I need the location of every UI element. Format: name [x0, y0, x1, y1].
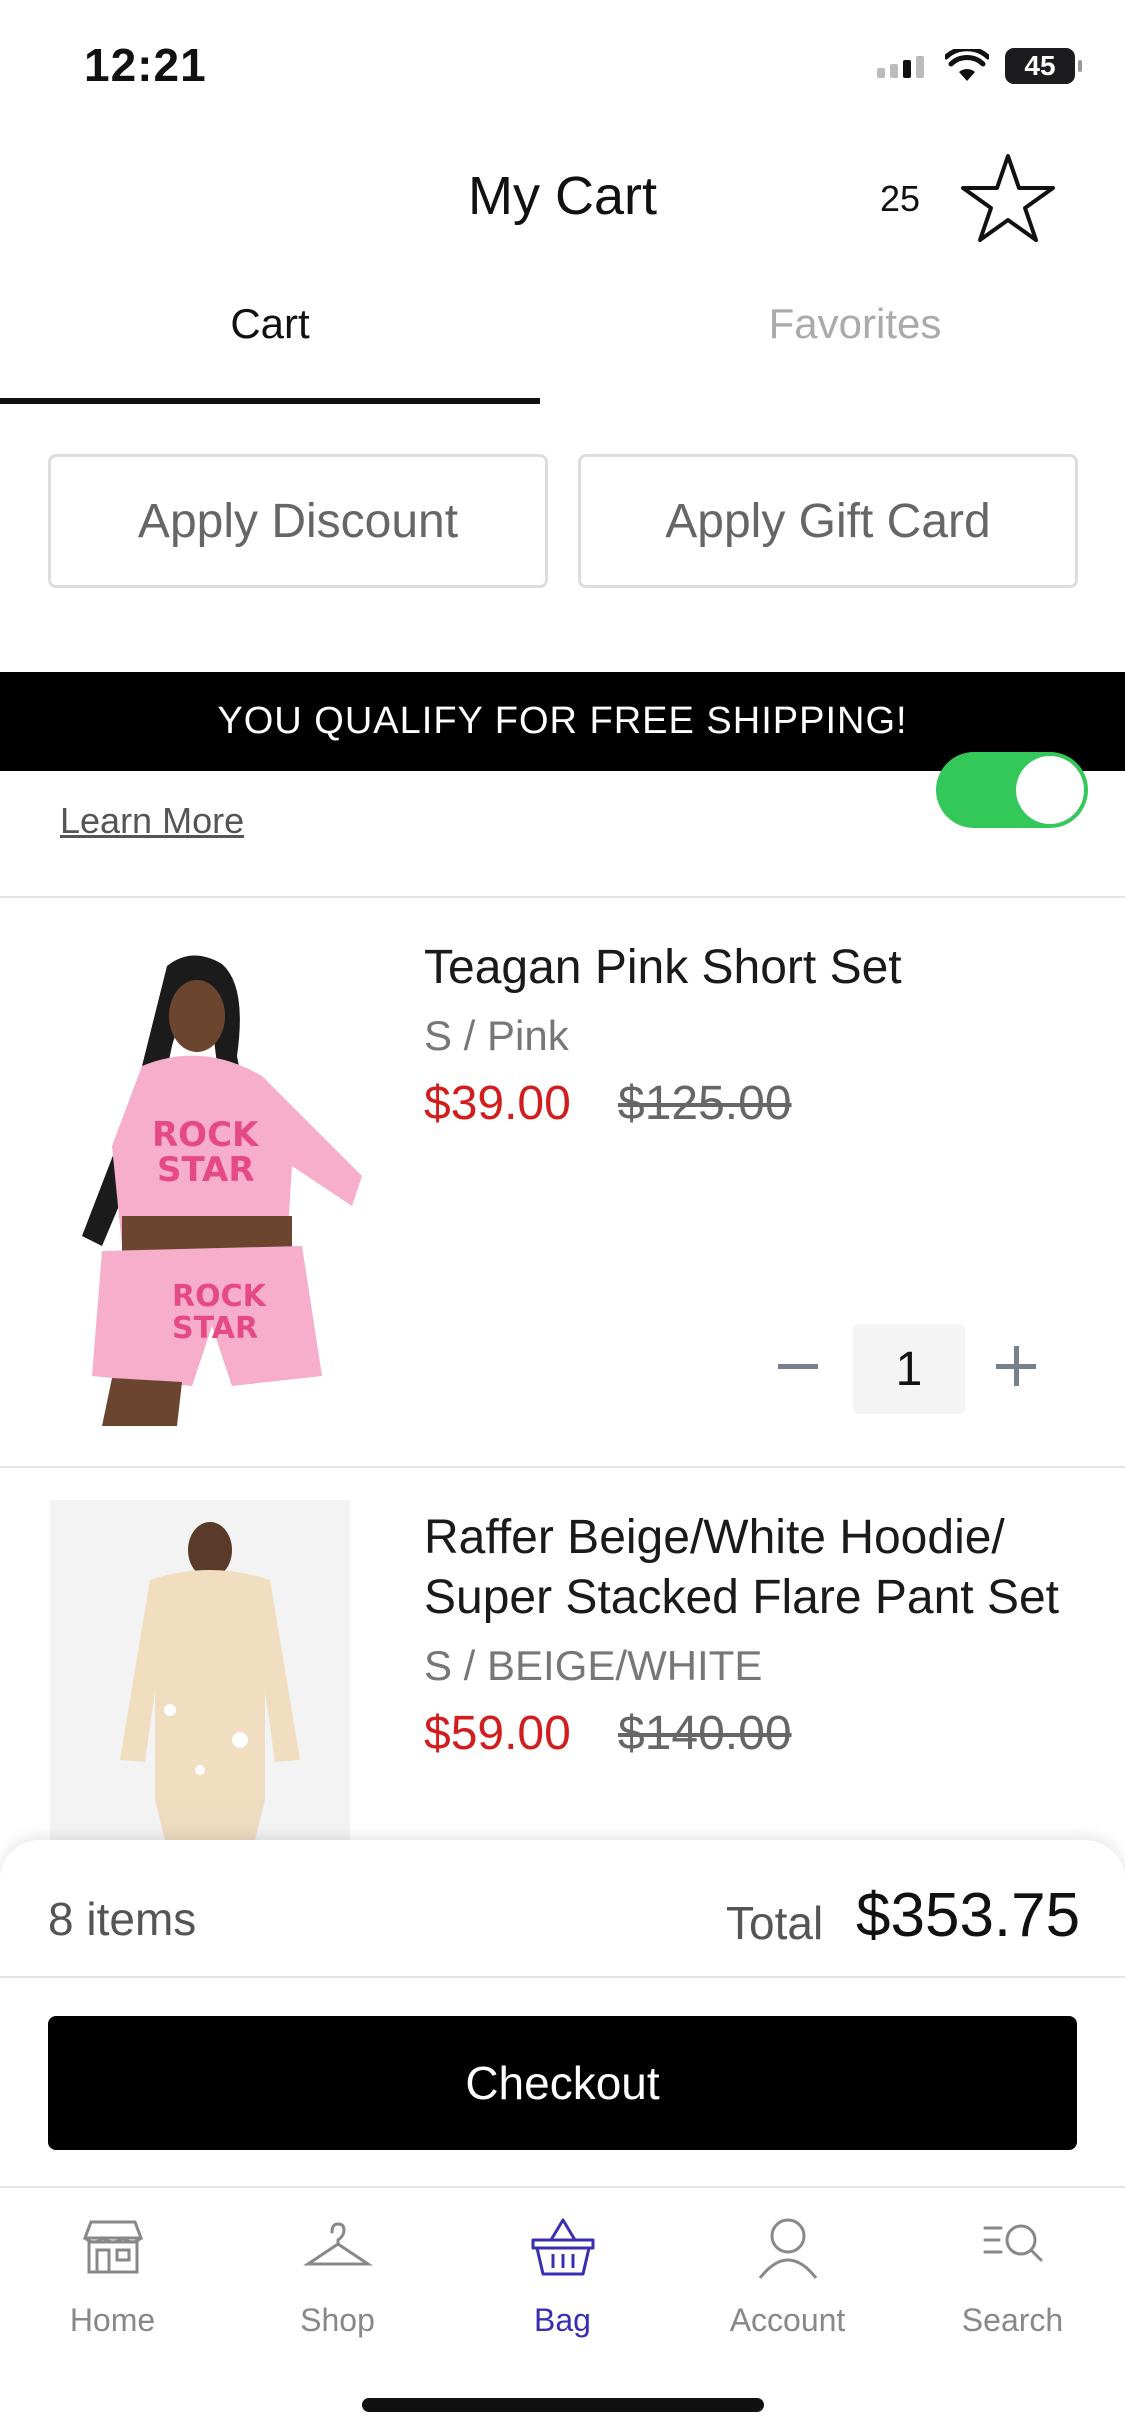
svg-text:STAR: STAR: [157, 1150, 255, 1190]
product-name-line1[interactable]: Raffer Beige/White Hoodie/: [424, 1508, 1005, 1568]
divider: [0, 1976, 1125, 1978]
hanger-icon: [302, 2222, 373, 2266]
quantity-field[interactable]: 1: [853, 1324, 965, 1414]
original-price: $125.00: [618, 1077, 792, 1130]
status-icons: 45: [877, 48, 1082, 84]
product-variant: S / BEIGE/WHITE: [424, 1642, 763, 1689]
favorites-count: 25: [880, 178, 921, 219]
nav-label: Account: [729, 2302, 846, 2338]
checkout-button[interactable]: Checkout: [48, 2016, 1077, 2150]
signal-icon: [877, 56, 924, 78]
store-icon: [82, 2220, 143, 2274]
nav-home[interactable]: Home: [0, 2212, 225, 2339]
person-icon: [758, 2218, 817, 2279]
tab-favorites[interactable]: Favorites: [585, 300, 1125, 348]
battery-icon: 45: [1005, 48, 1082, 84]
toggle-knob: [1016, 756, 1084, 824]
svg-text:STAR: STAR: [172, 1311, 258, 1346]
nav-label: Shop: [300, 2302, 375, 2338]
product-image[interactable]: ROCK STAR ROCK STAR: [62, 946, 362, 1426]
wifi-icon: [945, 49, 989, 81]
apply-discount-button[interactable]: Apply Discount: [48, 454, 548, 588]
active-tab-indicator: [0, 398, 540, 404]
plus-icon[interactable]: [990, 1340, 1042, 1392]
total-value: $353.75: [856, 1881, 1081, 1950]
svg-text:ROCK: ROCK: [172, 1279, 268, 1314]
nav-label: Search: [961, 2302, 1064, 2338]
nav-account[interactable]: Account: [675, 2212, 900, 2339]
sale-price: $59.00: [424, 1707, 571, 1760]
items-count: 8 items: [48, 1893, 197, 1945]
page-title: My Cart: [468, 166, 657, 226]
product-image[interactable]: [50, 1500, 350, 1840]
nav-label: Bag: [534, 2302, 591, 2338]
divider: [0, 896, 1125, 898]
sale-price: $39.00: [424, 1077, 571, 1130]
original-price: $140.00: [618, 1707, 792, 1760]
status-time: 12:21: [84, 39, 207, 91]
nav-search[interactable]: Search: [900, 2212, 1125, 2339]
tab-cart[interactable]: Cart: [0, 300, 540, 348]
home-indicator: [362, 2398, 764, 2412]
nav-bag[interactable]: Bag: [450, 2212, 675, 2339]
basket-icon: [531, 2218, 594, 2276]
svg-text:ROCK: ROCK: [152, 1115, 260, 1155]
product-name-line2[interactable]: Super Stacked Flare Pant Set: [424, 1568, 1059, 1628]
product-name[interactable]: Teagan Pink Short Set: [424, 938, 902, 998]
shipping-toggle[interactable]: [936, 752, 1088, 828]
star-icon[interactable]: [960, 152, 1056, 244]
search-list-icon: [983, 2224, 1042, 2262]
product-variant: S / Pink: [424, 1012, 569, 1059]
nav-label: Home: [69, 2302, 156, 2338]
total-label: Total: [726, 1897, 824, 1949]
divider: [0, 1466, 1125, 1468]
learn-more-link[interactable]: Learn More: [60, 800, 244, 842]
nav-shop[interactable]: Shop: [225, 2212, 450, 2339]
apply-gift-card-button[interactable]: Apply Gift Card: [578, 454, 1078, 588]
minus-icon[interactable]: [772, 1340, 824, 1392]
